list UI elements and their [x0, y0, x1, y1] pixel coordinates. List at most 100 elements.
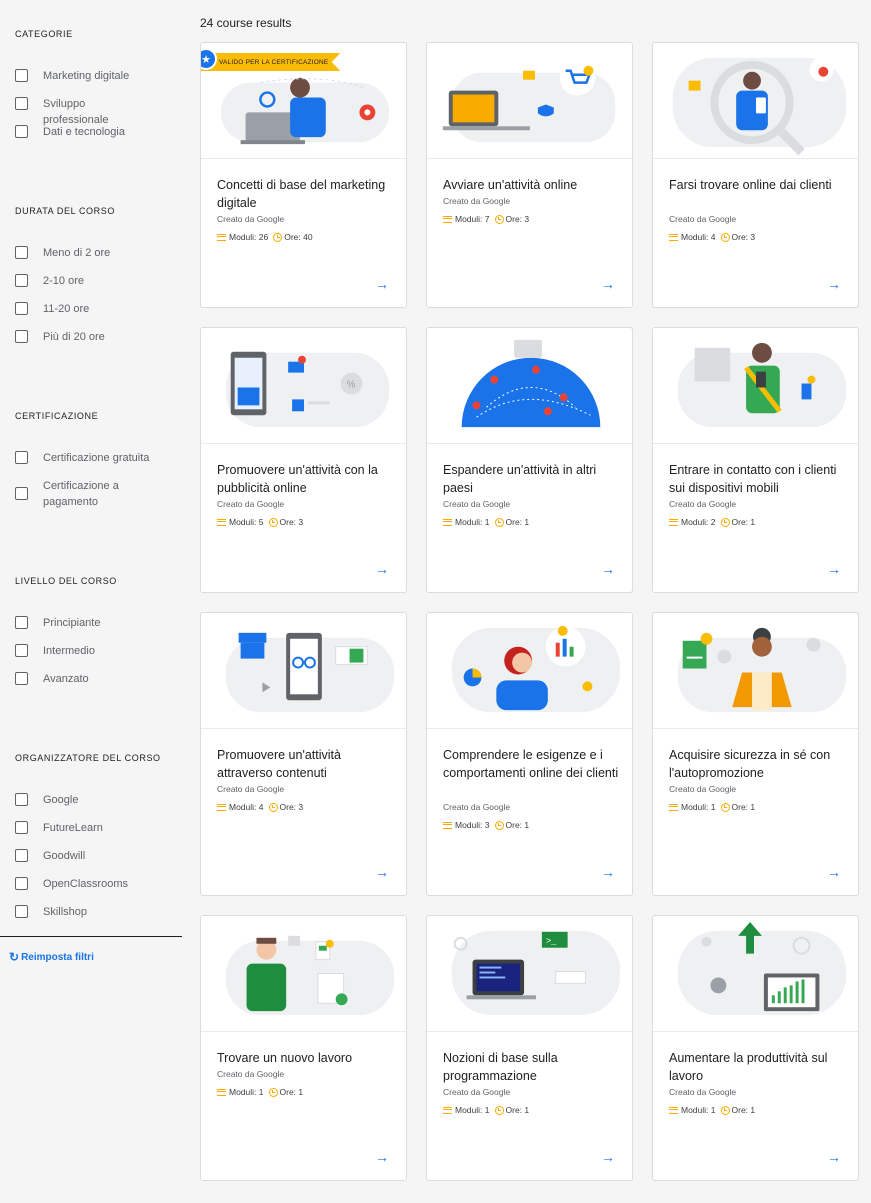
- course-card[interactable]: Aumentare la produttività sul lavoro Crea…: [652, 915, 859, 1181]
- course-title[interactable]: Concetti di base del marketing digitale: [217, 176, 395, 212]
- course-title[interactable]: Aumentare la produttività sul lavoro: [669, 1049, 847, 1085]
- sidebar-divider: [0, 936, 182, 937]
- course-hours: Ore: 1: [731, 1105, 756, 1115]
- checkbox[interactable]: [15, 644, 28, 657]
- course-card[interactable]: Entrare in contatto con i clienti sui di…: [652, 327, 859, 593]
- arrow-right-icon[interactable]: →: [827, 1149, 841, 1165]
- course-hours: Ore: 1: [731, 517, 756, 527]
- job-search-illustration: [201, 916, 406, 1032]
- course-title[interactable]: Comprendere le esigenze e i comportament…: [443, 746, 621, 782]
- course-meta: Moduli: 4 Ore: 3: [669, 232, 755, 242]
- clock-icon: [268, 802, 278, 812]
- list-icon: [217, 803, 226, 811]
- list-icon: [443, 1106, 452, 1114]
- arrow-right-icon[interactable]: →: [827, 561, 841, 577]
- course-title[interactable]: Promuovere un'attività con la pubblicità…: [217, 461, 395, 497]
- filter-option-marketing-digitale[interactable]: Marketing digitale: [15, 68, 153, 84]
- filter-section-title-level: LIVELLO DEL CORSO: [15, 576, 117, 586]
- course-title[interactable]: Farsi trovare online dai clienti: [669, 176, 847, 194]
- reset-filters-button[interactable]: ↻ Reimposta filtri: [9, 950, 94, 964]
- filter-option-futurelearn[interactable]: FutureLearn: [15, 820, 153, 836]
- course-title[interactable]: Entrare in contatto con i clienti sui di…: [669, 461, 847, 497]
- checkbox[interactable]: [15, 672, 28, 685]
- course-card[interactable]: Promuovere un'attività attraverso conten…: [200, 612, 407, 896]
- course-modules: Moduli: 1: [681, 802, 716, 812]
- clock-icon: [720, 1105, 730, 1115]
- customer-needs-illustration: [427, 613, 632, 729]
- filter-option-openclassrooms[interactable]: OpenClassrooms: [15, 876, 153, 892]
- filter-option-goodwill[interactable]: Goodwill: [15, 848, 153, 864]
- arrow-right-icon[interactable]: →: [375, 864, 389, 880]
- checkbox[interactable]: [15, 849, 28, 862]
- arrow-right-icon[interactable]: →: [827, 864, 841, 880]
- course-meta: Moduli: 1 Ore: 1: [669, 802, 755, 812]
- arrow-right-icon[interactable]: →: [601, 1149, 615, 1165]
- arrow-right-icon[interactable]: →: [601, 276, 615, 292]
- filter-option-google[interactable]: Google: [15, 792, 153, 808]
- course-title[interactable]: Avviare un'attività online: [443, 176, 621, 194]
- arrow-right-icon[interactable]: →: [375, 561, 389, 577]
- checkbox[interactable]: [15, 97, 28, 110]
- course-modules: Moduli: 1: [681, 1105, 716, 1115]
- course-card[interactable]: Comprendere le esigenze e i comportament…: [426, 612, 633, 896]
- course-card[interactable]: % Promuovere un'attività con la pubblicit…: [200, 327, 407, 593]
- clock-icon: [494, 214, 504, 224]
- checkbox[interactable]: [15, 877, 28, 890]
- course-modules: Moduli: 1: [455, 517, 490, 527]
- course-card[interactable]: Farsi trovare online dai clienti Creato d…: [652, 42, 859, 308]
- filter-section-title-duration: DURATA DEL CORSO: [15, 206, 115, 216]
- filter-option-intermediate[interactable]: Intermedio: [15, 643, 153, 659]
- checkbox[interactable]: [15, 821, 28, 834]
- course-author: Creato da Google: [669, 1087, 737, 1097]
- course-title[interactable]: Promuovere un'attività attraverso conten…: [217, 746, 395, 782]
- checkbox[interactable]: [15, 330, 28, 343]
- course-meta: Moduli: 5 Ore: 3: [217, 517, 303, 527]
- checkbox[interactable]: [15, 125, 28, 138]
- filter-section-title-certification: CERTIFICAZIONE: [15, 411, 99, 421]
- course-title[interactable]: Acquisire sicurezza in sé con l'autoprom…: [669, 746, 847, 782]
- course-card[interactable]: Acquisire sicurezza in sé con l'autoprom…: [652, 612, 859, 896]
- arrow-right-icon[interactable]: →: [601, 864, 615, 880]
- course-card[interactable]: Trovare un nuovo lavoro Creato da Google M…: [200, 915, 407, 1181]
- filter-option-more-20h[interactable]: Più di 20 ore: [15, 329, 153, 345]
- checkbox[interactable]: [15, 302, 28, 315]
- refresh-icon: ↻: [9, 950, 20, 964]
- programming-illustration: >_: [427, 916, 632, 1032]
- clock-icon: [494, 1105, 504, 1115]
- checkbox[interactable]: [15, 905, 28, 918]
- course-modules: Moduli: 4: [229, 802, 264, 812]
- course-card[interactable]: >_ Nozioni di base sulla programmazione Cr…: [426, 915, 633, 1181]
- results-count: 24 course results: [200, 16, 292, 30]
- course-author: Creato da Google: [443, 1087, 511, 1097]
- course-modules: Moduli: 2: [681, 517, 716, 527]
- checkbox[interactable]: [15, 246, 28, 259]
- checkbox[interactable]: [15, 451, 28, 464]
- course-title[interactable]: Espandere un'attività in altri paesi: [443, 461, 621, 497]
- checkbox[interactable]: [15, 487, 28, 500]
- course-title[interactable]: Trovare un nuovo lavoro: [217, 1049, 395, 1067]
- arrow-right-icon[interactable]: →: [375, 276, 389, 292]
- arrow-right-icon[interactable]: →: [375, 1149, 389, 1165]
- filter-option-11-20h[interactable]: 11-20 ore: [15, 301, 153, 317]
- course-card[interactable]: Espandere un'attività in altri paesi Crea…: [426, 327, 633, 593]
- checkbox[interactable]: [15, 274, 28, 287]
- checkbox[interactable]: [15, 616, 28, 629]
- filter-option-beginner[interactable]: Principiante: [15, 615, 153, 631]
- filter-option-less-2h[interactable]: Meno di 2 ore: [15, 245, 153, 261]
- course-title[interactable]: Nozioni di base sulla programmazione: [443, 1049, 621, 1085]
- filter-option-skillshop[interactable]: Skillshop: [15, 904, 153, 920]
- filter-option-dati-e-tecnologia[interactable]: Dati e tecnologia: [15, 124, 153, 140]
- course-meta: Moduli: 3 Ore: 1: [443, 820, 529, 830]
- filter-option-2-10h[interactable]: 2-10 ore: [15, 273, 153, 289]
- filter-option-paid-cert[interactable]: Certificazione a pagamento: [15, 478, 143, 510]
- arrow-right-icon[interactable]: →: [601, 561, 615, 577]
- filter-option-free-cert[interactable]: Certificazione gratuita: [15, 450, 153, 466]
- course-card[interactable]: Avviare un'attività online Creato da Goog…: [426, 42, 633, 308]
- course-card[interactable]: ★ VALIDO PER LA CERTIFICAZIONE Concetti di…: [200, 42, 407, 308]
- course-hours: Ore: 1: [279, 1087, 304, 1097]
- arrow-right-icon[interactable]: →: [827, 276, 841, 292]
- checkbox[interactable]: [15, 69, 28, 82]
- filter-option-advanced[interactable]: Avanzato: [15, 671, 153, 687]
- checkbox[interactable]: [15, 793, 28, 806]
- clock-icon: [720, 232, 730, 242]
